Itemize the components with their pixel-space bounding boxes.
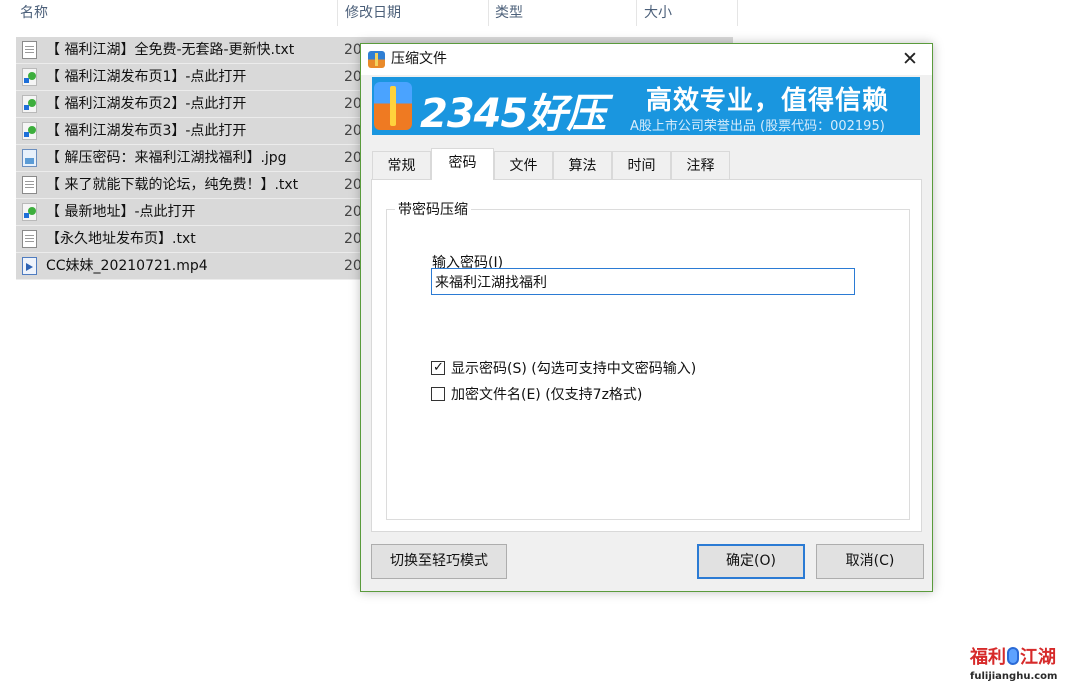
dialog-title: 压缩文件: [391, 51, 447, 67]
dialog-titlebar[interactable]: 压缩文件 ✕: [361, 44, 932, 75]
password-tab-panel: 带密码压缩 输入密码(I) 显示密码(S) (勾选可支持中文密码输入) 加密文件…: [371, 179, 922, 532]
password-group: 带密码压缩 输入密码(I) 显示密码(S) (勾选可支持中文密码输入) 加密文件…: [386, 199, 910, 520]
file-name: 【 福利江湖】全免费-无套路-更新快.txt: [46, 42, 295, 58]
text-file-icon: [22, 230, 37, 248]
text-file-icon: [22, 176, 37, 194]
haozip-logo-icon: [374, 82, 412, 130]
switch-mode-button[interactable]: 切换至轻巧模式: [371, 544, 507, 579]
tab-general[interactable]: 常规: [372, 151, 431, 179]
internet-shortcut-icon: [22, 95, 37, 113]
column-header-bar: ^ 名称 修改日期 类型 大小: [0, 0, 740, 26]
file-name: 【 来了就能下载的论坛，纯免费！】.txt: [46, 177, 299, 193]
tab-time[interactable]: 时间: [612, 151, 671, 179]
text-file-icon: [22, 41, 37, 59]
file-name: CC妹妹_20210721.mp4: [46, 258, 208, 274]
watermark-url: fulijianghu.com: [970, 671, 1058, 682]
column-header-modified[interactable]: 修改日期: [341, 0, 489, 26]
haozip-app-icon: [368, 51, 385, 68]
tab-password[interactable]: 密码: [431, 148, 494, 180]
close-button[interactable]: ✕: [888, 44, 932, 75]
show-password-checkbox[interactable]: [431, 359, 445, 377]
ok-button[interactable]: 确定(O): [697, 544, 805, 579]
show-password-label: 显示密码(S) (勾选可支持中文密码输入): [451, 361, 697, 377]
compress-dialog: 压缩文件 ✕ 2345好压 高效专业，值得信赖 A股上市公司荣誉出品 (股票代码…: [360, 43, 933, 592]
internet-shortcut-icon: [22, 203, 37, 221]
file-name: 【 最新地址】-点此打开: [46, 204, 196, 220]
password-input[interactable]: [431, 268, 855, 295]
banner-subtitle: A股上市公司荣誉出品 (股票代码：002195): [630, 119, 885, 134]
video-file-icon: [22, 257, 37, 275]
column-header-size[interactable]: 大小: [640, 0, 738, 26]
file-name: 【 福利江湖发布页2】-点此打开: [46, 96, 247, 112]
tab-comment[interactable]: 注释: [671, 151, 730, 179]
watermark-logo-left: 福利: [970, 647, 1006, 668]
brand-banner: 2345好压 高效专业，值得信赖 A股上市公司荣誉出品 (股票代码：002195…: [372, 77, 920, 135]
file-name: 【 福利江湖发布页1】-点此打开: [46, 69, 247, 85]
cancel-button[interactable]: 取消(C): [816, 544, 924, 579]
column-header-name[interactable]: 名称: [16, 0, 338, 26]
file-name: 【 福利江湖发布页3】-点此打开: [46, 123, 247, 139]
file-name: 【永久地址发布页】.txt: [46, 231, 196, 247]
watermark-logo: 福利 江湖: [970, 646, 1065, 670]
site-watermark: 福利 江湖 fulijianghu.com: [970, 646, 1065, 692]
tab-files[interactable]: 文件: [494, 151, 553, 179]
watermark-logo-right: 江湖: [1020, 647, 1056, 668]
banner-brand: 2345好压: [420, 91, 606, 135]
group-title: 带密码压缩: [395, 199, 471, 219]
internet-shortcut-icon: [22, 122, 37, 140]
tab-algorithm[interactable]: 算法: [553, 151, 612, 179]
banner-slogan: 高效专业，值得信赖: [646, 86, 890, 116]
encrypt-filenames-checkbox[interactable]: [431, 387, 445, 401]
image-file-icon: [22, 149, 37, 167]
column-header-type[interactable]: 类型: [491, 0, 637, 26]
encrypt-filenames-label: 加密文件名(E) (仅支持7z格式): [451, 387, 643, 403]
internet-shortcut-icon: [22, 68, 37, 86]
file-name: 【 解压密码：来福利江湖找福利】.jpg: [46, 150, 287, 166]
mouse-icon: [1007, 647, 1019, 665]
